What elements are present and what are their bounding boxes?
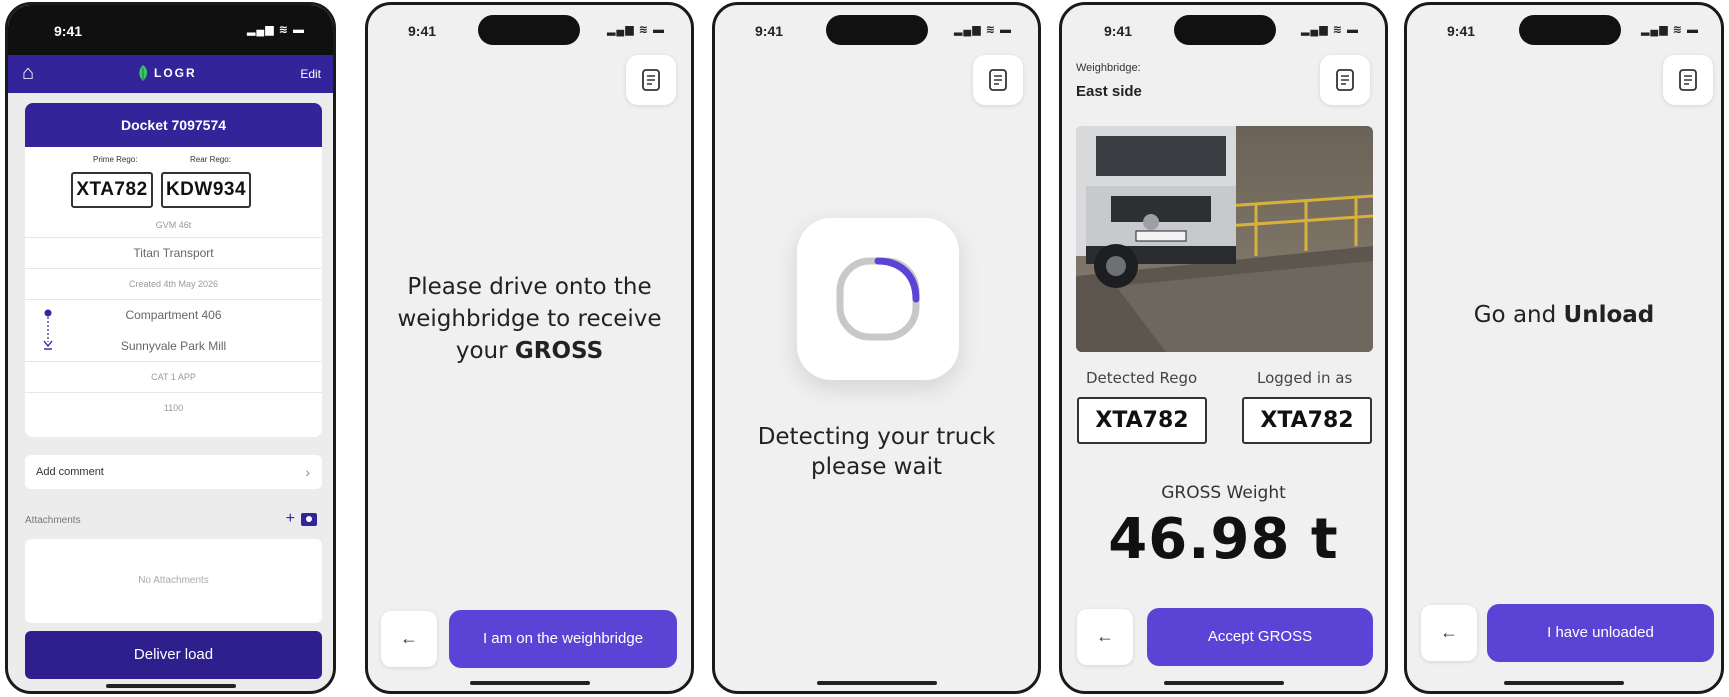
status-time: 9:41: [408, 23, 437, 39]
instruction-line-2: weighbridge to receive: [397, 306, 662, 332]
logged-in-label: Logged in as: [1257, 369, 1353, 387]
unload-bold: Unload: [1563, 302, 1655, 328]
dynamic-island: [1174, 15, 1276, 45]
have-unloaded-button[interactable]: I have unloaded: [1487, 604, 1714, 662]
docket-button[interactable]: [626, 55, 676, 105]
route-section: Compartment 406 Sunnyvale Park Mill: [25, 299, 322, 361]
logo-text: LOGR: [154, 66, 197, 80]
status-icons: ▂▄▆ ≋ ▬: [1640, 24, 1699, 36]
unload-text: Go and Unload: [1473, 302, 1655, 328]
phone-unload-screen: 9:41 ▂▄▆ ≋ ▬ Go and Unload ← I have unlo…: [1404, 2, 1724, 694]
home-icon[interactable]: ⌂: [22, 63, 34, 83]
attachments-label: Attachments: [25, 515, 81, 526]
status-bar: 9:41 ▂▄▆ ≋ ▬: [1062, 5, 1385, 55]
category-text: CAT 1 APP: [25, 361, 322, 392]
dynamic-island: [826, 15, 928, 45]
code-text: 1100: [25, 392, 322, 423]
docket-button[interactable]: [973, 55, 1023, 105]
app-logo: LOGR: [136, 64, 197, 82]
back-button[interactable]: ←: [1077, 609, 1133, 665]
status-bar: 9:41 ▂▄▆ ≋ ▬: [8, 5, 333, 55]
status-icons: ▂▄▆ ≋ ▬: [606, 24, 665, 36]
add-comment-row[interactable]: Add comment ›: [25, 455, 322, 489]
phone-gross-screen: 9:41 ▂▄▆ ≋ ▬ Weighbridge: East side Dete…: [1059, 2, 1388, 694]
loading-card: [797, 218, 959, 380]
document-icon: [642, 69, 660, 91]
add-comment-label: Add comment: [36, 466, 104, 478]
status-icons: ▂▄▆ ≋ ▬: [953, 24, 1012, 36]
home-indicator: [105, 684, 236, 688]
instruction-line-1: Please drive onto the: [407, 274, 652, 300]
back-button[interactable]: ←: [1421, 605, 1477, 661]
add-attachment-icon[interactable]: +: [286, 510, 295, 528]
weighbridge-value: East side: [1076, 83, 1142, 100]
docket-card: Prime Rego: Rear Rego: XTA782 KDW934 GVM…: [25, 147, 322, 437]
dynamic-island: [1519, 15, 1621, 45]
status-time: 9:41: [1447, 23, 1476, 39]
app-navbar: ⌂ LOGR Edit: [8, 55, 333, 93]
deliver-load-button[interactable]: Deliver load: [25, 631, 322, 679]
status-time: 9:41: [755, 23, 784, 39]
phone-docket-screen: 9:41 ▂▄▆ ≋ ▬ ⌂ LOGR Edit Docket 7097574 …: [5, 2, 336, 694]
docket-button[interactable]: [1663, 55, 1713, 105]
arrow-left-icon: ←: [1440, 622, 1458, 642]
docket-button[interactable]: [1320, 55, 1370, 105]
status-bar: 9:41 ▂▄▆ ≋ ▬: [1407, 5, 1721, 55]
home-indicator: [816, 681, 937, 685]
detected-rego-label: Detected Rego: [1086, 369, 1198, 387]
prime-rego-label: Prime Rego:: [93, 155, 138, 164]
logged-in-rego-plate: XTA782: [1242, 397, 1372, 444]
prime-rego-plate: XTA782: [71, 172, 153, 208]
document-icon: [1336, 69, 1354, 91]
accept-gross-button[interactable]: Accept GROSS: [1147, 608, 1373, 666]
attachment-tools: +: [286, 510, 317, 528]
instruction-line-3: your GROSS: [455, 338, 604, 364]
leaf-logo-icon: [139, 65, 148, 81]
home-indicator: [1504, 681, 1624, 685]
gross-weight-label: GROSS Weight: [1161, 483, 1286, 503]
rear-rego-plate: KDW934: [161, 172, 251, 208]
chevron-right-icon: ›: [305, 464, 310, 480]
status-time: 9:41: [54, 23, 83, 39]
rear-rego-label: Rear Rego:: [190, 155, 231, 164]
phone-drive-on-screen: 9:41 ▂▄▆ ≋ ▬ Please drive onto the weigh…: [365, 2, 694, 694]
detecting-line-2: please wait: [811, 454, 942, 480]
edit-button[interactable]: Edit: [300, 67, 321, 81]
status-bar: 9:41 ▂▄▆ ≋ ▬: [368, 5, 691, 55]
status-icons: ▂▄▆ ≋ ▬: [246, 24, 305, 36]
detecting-line-1: Detecting your truck: [757, 424, 996, 450]
gvm-text: GVM 46t: [155, 220, 192, 230]
home-indicator: [469, 681, 590, 685]
route-from: Compartment 406: [125, 308, 222, 322]
truck-camera-photo: [1076, 126, 1373, 352]
on-weighbridge-button[interactable]: I am on the weighbridge: [449, 610, 677, 668]
arrow-left-icon: ←: [1096, 626, 1114, 646]
home-indicator: [1163, 681, 1284, 685]
status-icons: ▂▄▆ ≋ ▬: [1300, 24, 1359, 36]
phone-detecting-screen: 9:41 ▂▄▆ ≋ ▬ Detecting your truck please…: [712, 2, 1041, 694]
arrow-left-icon: ←: [400, 628, 418, 648]
loading-spinner-icon: [836, 257, 920, 341]
transport-company: Titan Transport: [25, 237, 322, 268]
truck-image: [1076, 126, 1373, 352]
camera-icon[interactable]: [301, 512, 317, 526]
detecting-text: Detecting your truck please wait: [715, 422, 1038, 482]
route-to: Sunnyvale Park Mill: [120, 339, 227, 353]
weighbridge-label: Weighbridge:: [1076, 62, 1141, 74]
document-icon: [989, 69, 1007, 91]
document-icon: [1679, 69, 1697, 91]
back-button[interactable]: ←: [381, 611, 437, 667]
created-date: Created 4th May 2026: [25, 268, 322, 299]
attachments-empty: No Attachments: [25, 539, 322, 623]
instruction-text: Please drive onto the weighbridge to rec…: [368, 271, 691, 367]
docket-title: Docket 7097574: [25, 103, 322, 147]
gross-weight-value: 46.98 t: [1108, 507, 1339, 572]
detected-rego-plate: XTA782: [1077, 397, 1207, 444]
status-time: 9:41: [1104, 23, 1133, 39]
status-bar: 9:41 ▂▄▆ ≋ ▬: [715, 5, 1038, 55]
dynamic-island: [478, 15, 580, 45]
